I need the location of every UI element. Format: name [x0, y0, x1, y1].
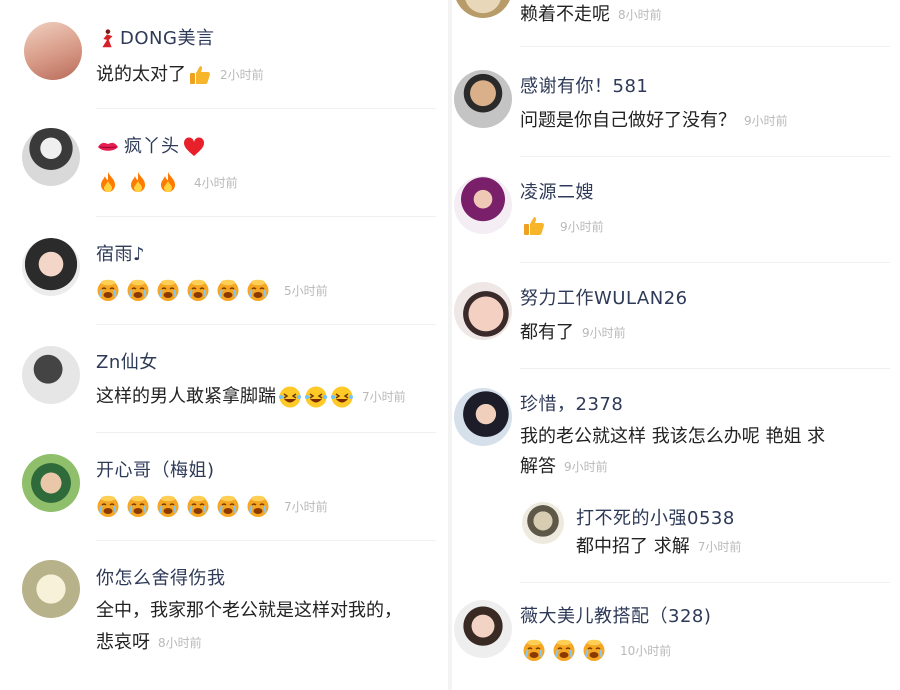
lips-icon [96, 135, 120, 159]
sobbing-face-icon [156, 494, 180, 518]
timestamp: 9小时前 [564, 460, 608, 474]
avatar[interactable] [454, 176, 512, 234]
timestamp: 8小时前 [618, 8, 662, 22]
thumbs-up-icon [522, 214, 546, 238]
separator [96, 324, 436, 325]
right-comment-column: 赖着不走呢 8小时前 感谢有你！581 问题是你自己做好了没有？ 9小时前 凌源二嫂… [452, 0, 900, 690]
separator [520, 582, 890, 583]
avatar[interactable] [22, 560, 80, 618]
avatar[interactable] [454, 0, 512, 18]
comment-text: 4小时前 [96, 170, 238, 194]
timestamp: 10小时前 [620, 643, 672, 658]
sobbing-face-icon [186, 278, 210, 302]
avatar[interactable] [22, 454, 80, 512]
left-comment-column: DONG美言 说的太对了 2小时前 疯丫头 4小时前 宿雨♪ 5小时前 Zn仙女 … [0, 0, 448, 690]
timestamp: 8小时前 [158, 636, 202, 650]
sobbing-face-icon [216, 278, 240, 302]
separator [520, 262, 890, 263]
comment-text-continued: 解答 9小时前 [520, 456, 608, 477]
avatar[interactable] [522, 502, 564, 544]
comment-text: 5小时前 [96, 278, 328, 302]
separator [520, 156, 890, 157]
separator [520, 368, 890, 369]
username[interactable]: 打不死的小强0538 [576, 504, 735, 530]
fire-icon [96, 170, 120, 194]
timestamp: 5小时前 [284, 283, 328, 298]
comment-text: 我的老公就这样 我该怎么办呢 艳姐 求 [520, 426, 826, 447]
comment-text: 全中，我家那个老公就是这样对我的， [96, 600, 402, 621]
timestamp: 7小时前 [697, 540, 742, 554]
comment-text: 赖着不走呢 8小时前 [520, 4, 662, 25]
username[interactable]: 感谢有你！581 [520, 72, 648, 98]
timestamp: 7小时前 [284, 499, 328, 514]
separator [520, 46, 890, 47]
comment-text: 说的太对了 2小时前 [96, 63, 264, 87]
sobbing-face-icon [96, 278, 120, 302]
avatar[interactable] [454, 282, 512, 340]
sobbing-face-icon [582, 638, 606, 662]
laughing-face-icon [278, 385, 302, 409]
avatar[interactable] [22, 128, 80, 186]
sobbing-face-icon [96, 494, 120, 518]
comment-text: 都有了 9小时前 [520, 322, 626, 343]
username[interactable]: 薇大美儿教搭配（328) [520, 602, 711, 628]
sobbing-face-icon [552, 638, 576, 662]
timestamp: 7小时前 [362, 390, 406, 404]
sobbing-face-icon [246, 278, 270, 302]
comment-text: 问题是你自己做好了没有？ 9小时前 [520, 110, 788, 131]
avatar[interactable] [22, 238, 80, 296]
separator [96, 108, 436, 109]
username[interactable]: DONG美言 [96, 24, 214, 50]
comment-text: 都中招了 求解 7小时前 [576, 536, 742, 557]
timestamp: 4小时前 [194, 175, 238, 190]
comment-text: 9小时前 [522, 214, 604, 238]
separator [96, 540, 436, 541]
thumbs-up-icon [188, 63, 212, 87]
username[interactable]: 凌源二嫂 [520, 178, 594, 204]
sobbing-face-icon [246, 494, 270, 518]
username[interactable]: 开心哥（梅姐) [96, 456, 215, 482]
avatar[interactable] [22, 346, 80, 404]
timestamp: 9小时前 [744, 114, 788, 128]
red-heart-icon [182, 135, 206, 159]
avatar[interactable] [24, 22, 82, 80]
sobbing-face-icon [156, 278, 180, 302]
fire-icon [126, 170, 150, 194]
sobbing-face-icon [126, 278, 150, 302]
username[interactable]: 珍惜，2378 [520, 390, 623, 416]
username[interactable]: 疯丫头 [96, 132, 206, 159]
timestamp: 2小时前 [220, 68, 264, 82]
laughing-face-icon [330, 385, 354, 409]
sobbing-face-icon [216, 494, 240, 518]
dancer-icon [96, 28, 118, 50]
username[interactable]: 宿雨♪ [96, 240, 145, 266]
username[interactable]: Zn仙女 [96, 348, 158, 374]
timestamp: 9小时前 [582, 326, 626, 340]
comment-text: 这样的男人敢紧拿脚踹 7小时前 [96, 385, 406, 409]
separator [96, 216, 436, 217]
avatar[interactable] [454, 70, 512, 128]
username[interactable]: 你怎么舍得伤我 [96, 564, 226, 590]
avatar[interactable] [454, 388, 512, 446]
timestamp: 9小时前 [560, 219, 604, 234]
separator [96, 432, 436, 433]
avatar[interactable] [454, 600, 512, 658]
laughing-face-icon [304, 385, 328, 409]
sobbing-face-icon [522, 638, 546, 662]
sobbing-face-icon [126, 494, 150, 518]
comment-text: 7小时前 [96, 494, 328, 518]
comment-text: 10小时前 [522, 638, 671, 662]
comment-text-continued: 悲哀呀 8小时前 [96, 632, 202, 653]
username[interactable]: 努力工作WULAN26 [520, 284, 688, 310]
sobbing-face-icon [186, 494, 210, 518]
fire-icon [156, 170, 180, 194]
